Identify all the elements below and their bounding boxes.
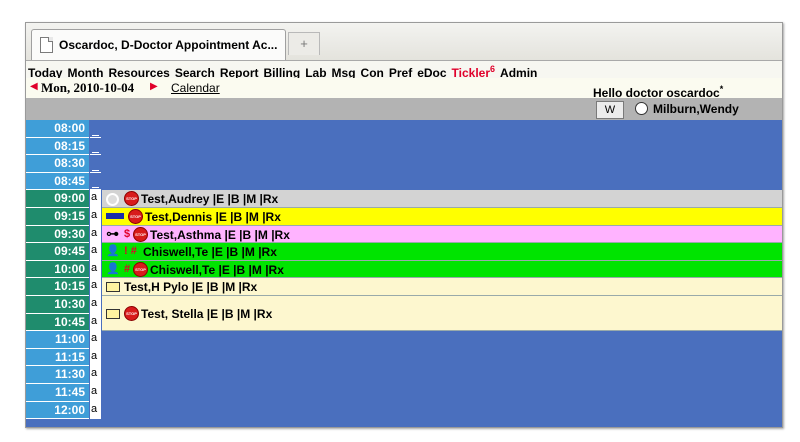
stop-sign-icon: STOP bbox=[133, 261, 148, 277]
slot-mark: a bbox=[91, 226, 98, 239]
appointment-row[interactable]: 👤 # STOP Chiswell,Te |E |B |M |Rx bbox=[102, 260, 782, 279]
slot-marker[interactable]: a bbox=[90, 243, 101, 261]
appointment-row[interactable]: 👤 ! # Chiswell,Te |E |B |M |Rx bbox=[102, 243, 782, 261]
slot-mark: a bbox=[91, 261, 98, 274]
time-slot-label[interactable]: 09:30 bbox=[26, 225, 89, 244]
slot-mark: a bbox=[91, 349, 98, 362]
slot-marker[interactable]: a bbox=[90, 225, 101, 244]
slot-marker[interactable]: a bbox=[90, 313, 101, 332]
stop-sign-icon: STOP bbox=[133, 226, 148, 242]
date-nav-row: ◀ Mon, 2010-10-04 ▶ Calendar Hello docto… bbox=[26, 78, 782, 100]
folder-icon bbox=[106, 308, 120, 319]
time-slot-label[interactable]: 10:45 bbox=[26, 313, 89, 332]
appointment-status-flags: $ bbox=[124, 227, 131, 240]
stop-sign-icon: STOP bbox=[124, 305, 139, 321]
menu-bar: Today Month Resources Search Report Billing La… bbox=[26, 61, 782, 80]
time-slot-label[interactable]: 12:00 bbox=[26, 401, 89, 420]
time-slot-label[interactable]: 09:00 bbox=[26, 190, 89, 208]
provider-radio[interactable] bbox=[635, 102, 648, 115]
appointment-link[interactable]: Chiswell,Te |E |B |M |Rx bbox=[150, 263, 284, 277]
slot-marker[interactable]: a bbox=[90, 331, 101, 349]
time-slot-label[interactable]: 09:45 bbox=[26, 243, 89, 261]
greeting-mark: * bbox=[719, 84, 724, 94]
tab-bar: Oscardoc, D-Doctor Appointment Ac... + bbox=[26, 23, 782, 61]
provider-name[interactable]: Milburn,Wendy bbox=[653, 102, 739, 116]
time-slot-label[interactable]: 08:30 bbox=[26, 155, 89, 173]
appointment-row[interactable]: STOP Test,Dennis |E |B |M |Rx bbox=[102, 208, 782, 226]
appointment-status-flags: ! # bbox=[124, 245, 137, 258]
next-day-arrow-icon[interactable]: ▶ bbox=[150, 81, 158, 92]
appointment-row[interactable]: STOP Test,Audrey |E |B |M |Rx bbox=[102, 190, 782, 208]
time-slot-label[interactable]: 11:15 bbox=[26, 348, 89, 367]
slot-mark: a bbox=[91, 191, 98, 204]
calendar-link[interactable]: Calendar bbox=[171, 81, 220, 95]
schedule-grid: 08:00 08:15 08:30 08:45 09:00 a 09:15 a 09:30 a 09… bbox=[26, 120, 782, 427]
appointment-link[interactable]: Test,Dennis |E |B |M |Rx bbox=[145, 210, 281, 224]
slot-mark: a bbox=[91, 244, 98, 257]
time-slot-label[interactable]: 09:15 bbox=[26, 208, 89, 226]
appointment-link[interactable]: Test, Stella |E |B |M |Rx bbox=[141, 307, 272, 321]
slot-mark: a bbox=[91, 367, 98, 380]
slot-marker[interactable]: a bbox=[90, 260, 101, 279]
slot-marker[interactable]: a bbox=[90, 401, 101, 420]
slot-marker[interactable] bbox=[90, 172, 101, 191]
new-tab-button[interactable]: + bbox=[288, 32, 320, 55]
slot-marker[interactable]: a bbox=[90, 208, 101, 226]
week-view-button[interactable]: W bbox=[596, 101, 624, 119]
stop-sign-icon: STOP bbox=[124, 191, 139, 207]
appointment-row[interactable]: ⊶ $ STOP Test,Asthma |E |B |M |Rx bbox=[102, 225, 782, 244]
slot-marker[interactable] bbox=[90, 155, 101, 173]
slot-mark: a bbox=[91, 332, 98, 345]
appointment-link[interactable]: Test,Asthma |E |B |M |Rx bbox=[150, 228, 290, 242]
slot-marker[interactable]: a bbox=[90, 278, 101, 296]
time-slot-label[interactable]: 10:00 bbox=[26, 260, 89, 279]
prev-day-arrow-icon[interactable]: ◀ bbox=[30, 81, 38, 92]
stop-sign-icon: STOP bbox=[128, 209, 143, 224]
appointment-row[interactable]: STOP Test, Stella |E |B |M |Rx bbox=[102, 296, 782, 332]
slot-marker[interactable]: a bbox=[90, 348, 101, 367]
slot-marker[interactable] bbox=[90, 137, 101, 156]
time-slot-label[interactable]: 11:30 bbox=[26, 366, 89, 384]
slot-mark: a bbox=[91, 402, 98, 415]
slot-mark: a bbox=[91, 297, 98, 309]
slot-marker[interactable] bbox=[90, 120, 101, 138]
slot-mark: a bbox=[91, 209, 98, 221]
time-slot-label[interactable]: 11:00 bbox=[26, 331, 89, 349]
slot-mark: a bbox=[91, 279, 98, 292]
slot-marker[interactable]: a bbox=[90, 296, 101, 314]
tickler-count-badge: 6 bbox=[490, 64, 496, 74]
slot-mark: a bbox=[91, 385, 98, 397]
appointment-status-flags: # bbox=[124, 262, 131, 275]
person-icon: 👤 bbox=[106, 262, 120, 275]
slot-marker[interactable]: a bbox=[90, 366, 101, 384]
appointment-link[interactable]: Test,H Pylo |E |B |M |Rx bbox=[124, 280, 257, 294]
tab-title: Oscardoc, D-Doctor Appointment Ac... bbox=[59, 38, 278, 52]
time-slot-label[interactable]: 11:45 bbox=[26, 384, 89, 402]
time-slot-label[interactable]: 10:15 bbox=[26, 278, 89, 296]
provider-row: W Milburn,Wendy bbox=[26, 98, 782, 120]
current-date[interactable]: Mon, 2010-10-04 bbox=[41, 80, 134, 96]
time-slot-label[interactable]: 10:30 bbox=[26, 296, 89, 314]
status-circle-icon bbox=[106, 193, 119, 207]
time-slot-label[interactable]: 08:45 bbox=[26, 172, 89, 191]
appointment-row[interactable]: Test,H Pylo |E |B |M |Rx bbox=[102, 278, 782, 296]
folder-icon bbox=[106, 282, 120, 293]
slot-mark: a bbox=[91, 314, 98, 327]
time-slot-label[interactable]: 08:15 bbox=[26, 137, 89, 156]
browser-tab[interactable]: Oscardoc, D-Doctor Appointment Ac... bbox=[31, 29, 286, 60]
document-icon bbox=[40, 37, 53, 53]
browser-window: Oscardoc, D-Doctor Appointment Ac... + T… bbox=[25, 22, 783, 428]
appointment-link[interactable]: Test,Audrey |E |B |M |Rx bbox=[141, 192, 278, 206]
key-arrow-icon: ⊶ bbox=[106, 225, 119, 241]
slot-marker[interactable]: a bbox=[90, 190, 101, 208]
status-bar-icon bbox=[106, 213, 124, 219]
person-icon: 👤 bbox=[106, 245, 120, 258]
slot-marker[interactable]: a bbox=[90, 384, 101, 402]
time-slot-label[interactable]: 08:00 bbox=[26, 120, 89, 138]
appointment-link[interactable]: Chiswell,Te |E |B |M |Rx bbox=[143, 245, 277, 259]
